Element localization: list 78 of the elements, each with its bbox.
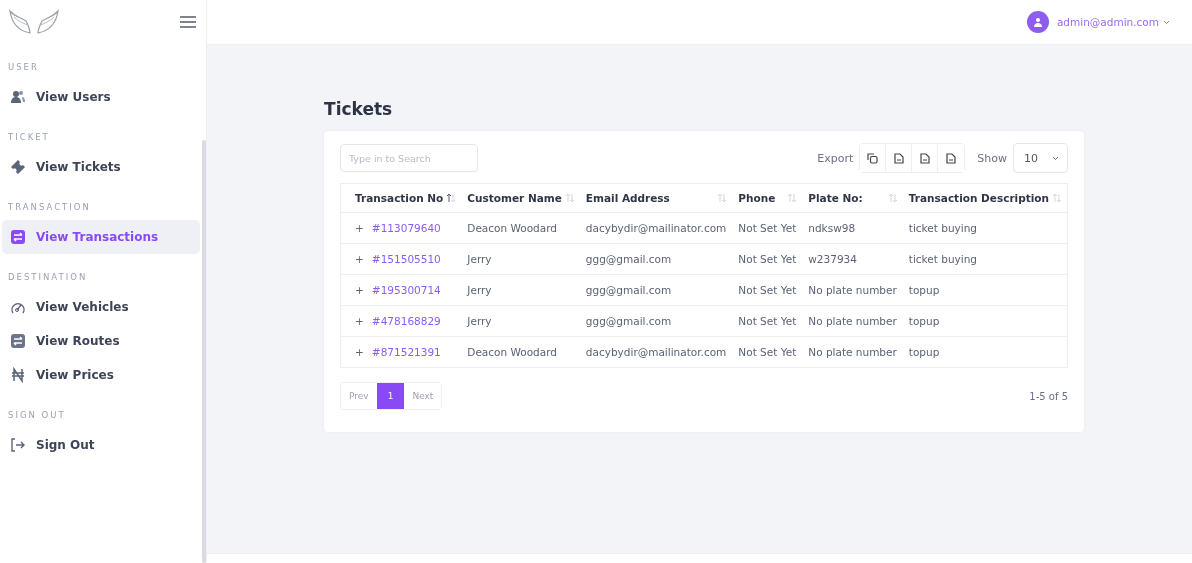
column-header[interactable]: Email Address	[585, 192, 670, 204]
scrollbar[interactable]	[202, 140, 207, 563]
table-cell: ggg@gmail.com	[585, 253, 672, 265]
table-cell: Not Set Yet	[738, 222, 797, 234]
user-menu[interactable]: admin@admin.com	[1056, 16, 1170, 28]
table-cell: No plate number	[808, 284, 897, 296]
chevron-down-icon	[1052, 155, 1059, 161]
column-header[interactable]: Plate No:	[808, 192, 863, 204]
sidebar-item[interactable]: View Prices	[2, 358, 201, 392]
table-cell: Not Set Yet	[738, 253, 797, 265]
section-heading: TRANSACTION	[7, 202, 92, 212]
page-title: Tickets	[324, 99, 394, 119]
table-cell: Deacon Woodard	[467, 346, 557, 358]
expand-icon[interactable]: +	[355, 284, 364, 296]
section-heading: SIGN OUT	[7, 410, 67, 420]
sign-out-icon	[10, 437, 26, 453]
exchange-icon	[10, 333, 26, 349]
sidebar-item[interactable]: View Transactions	[2, 220, 201, 254]
page-size-select[interactable]: 10	[1013, 143, 1068, 173]
table-cell: Deacon Woodard	[467, 222, 557, 234]
sidebar-item[interactable]: View Tickets	[2, 150, 201, 184]
expand-icon[interactable]: +	[355, 222, 364, 234]
table-cell: topup	[908, 284, 940, 296]
column-header[interactable]: Transaction No	[355, 192, 444, 204]
transaction-link[interactable]: #195300714	[371, 284, 441, 296]
sidebar-item[interactable]: View Users	[2, 80, 201, 114]
page-summary: 1-5 of 5	[1029, 390, 1068, 402]
table-cell: Not Set Yet	[738, 315, 797, 327]
menu-icon[interactable]	[180, 16, 197, 28]
ticket-icon	[10, 159, 26, 175]
naira-icon	[10, 367, 26, 383]
table-cell: No plate number	[808, 346, 897, 358]
table-cell: w237934	[808, 253, 857, 265]
transaction-link[interactable]: #113079640	[371, 222, 441, 234]
file-icon	[919, 152, 930, 164]
table-cell: dacybydir@mailinator.com	[585, 222, 727, 234]
table-cell: Jerry	[467, 315, 492, 327]
table-cell: ndksw98	[808, 222, 856, 234]
transaction-link[interactable]: #151505510	[371, 253, 441, 265]
copy-icon	[867, 152, 879, 164]
show-label: Show	[977, 151, 1007, 165]
table-cell: ggg@gmail.com	[585, 284, 672, 296]
table-cell: Jerry	[467, 253, 492, 265]
table-cell: No plate number	[808, 315, 897, 327]
expand-icon[interactable]: +	[355, 346, 364, 358]
table-cell: ticket buying	[908, 253, 977, 265]
column-header[interactable]: Customer Name	[467, 192, 562, 204]
sidebar-item[interactable]: Sign Out	[2, 428, 201, 462]
expand-icon[interactable]: +	[355, 253, 364, 265]
expand-icon[interactable]: +	[355, 315, 364, 327]
section-heading: USER	[7, 62, 40, 72]
table-cell: topup	[908, 315, 940, 327]
users-icon	[10, 89, 26, 105]
file-icon	[893, 152, 904, 164]
sidebar-item[interactable]: View Vehicles	[2, 290, 201, 324]
section-heading: DESTINATION	[7, 272, 89, 282]
table-cell: ggg@gmail.com	[585, 315, 672, 327]
exchange-icon	[10, 229, 26, 245]
export-label: Export	[817, 151, 854, 165]
transaction-link[interactable]: #478168829	[371, 315, 441, 327]
page-button[interactable]: 1	[376, 383, 405, 409]
export-button[interactable]	[860, 144, 887, 172]
wings-logo	[8, 7, 60, 37]
table-cell: Not Set Yet	[738, 346, 797, 358]
table-cell: dacybydir@mailinator.com	[585, 346, 727, 358]
sort-icon[interactable]	[447, 193, 456, 203]
section-heading: TICKET	[7, 132, 51, 142]
table-cell: Jerry	[467, 284, 492, 296]
avatar-icon[interactable]	[1026, 11, 1049, 33]
column-header[interactable]: Transaction Description	[908, 192, 1049, 204]
table-cell: topup	[908, 346, 940, 358]
table-cell: Not Set Yet	[738, 284, 797, 296]
column-header[interactable]: Phone	[738, 192, 776, 204]
sidebar-item[interactable]: View Routes	[2, 324, 201, 358]
table-cell: ticket buying	[908, 222, 977, 234]
transaction-link[interactable]: #871521391	[371, 346, 441, 358]
chevron-down-icon	[1163, 19, 1170, 25]
file-icon	[946, 152, 957, 164]
